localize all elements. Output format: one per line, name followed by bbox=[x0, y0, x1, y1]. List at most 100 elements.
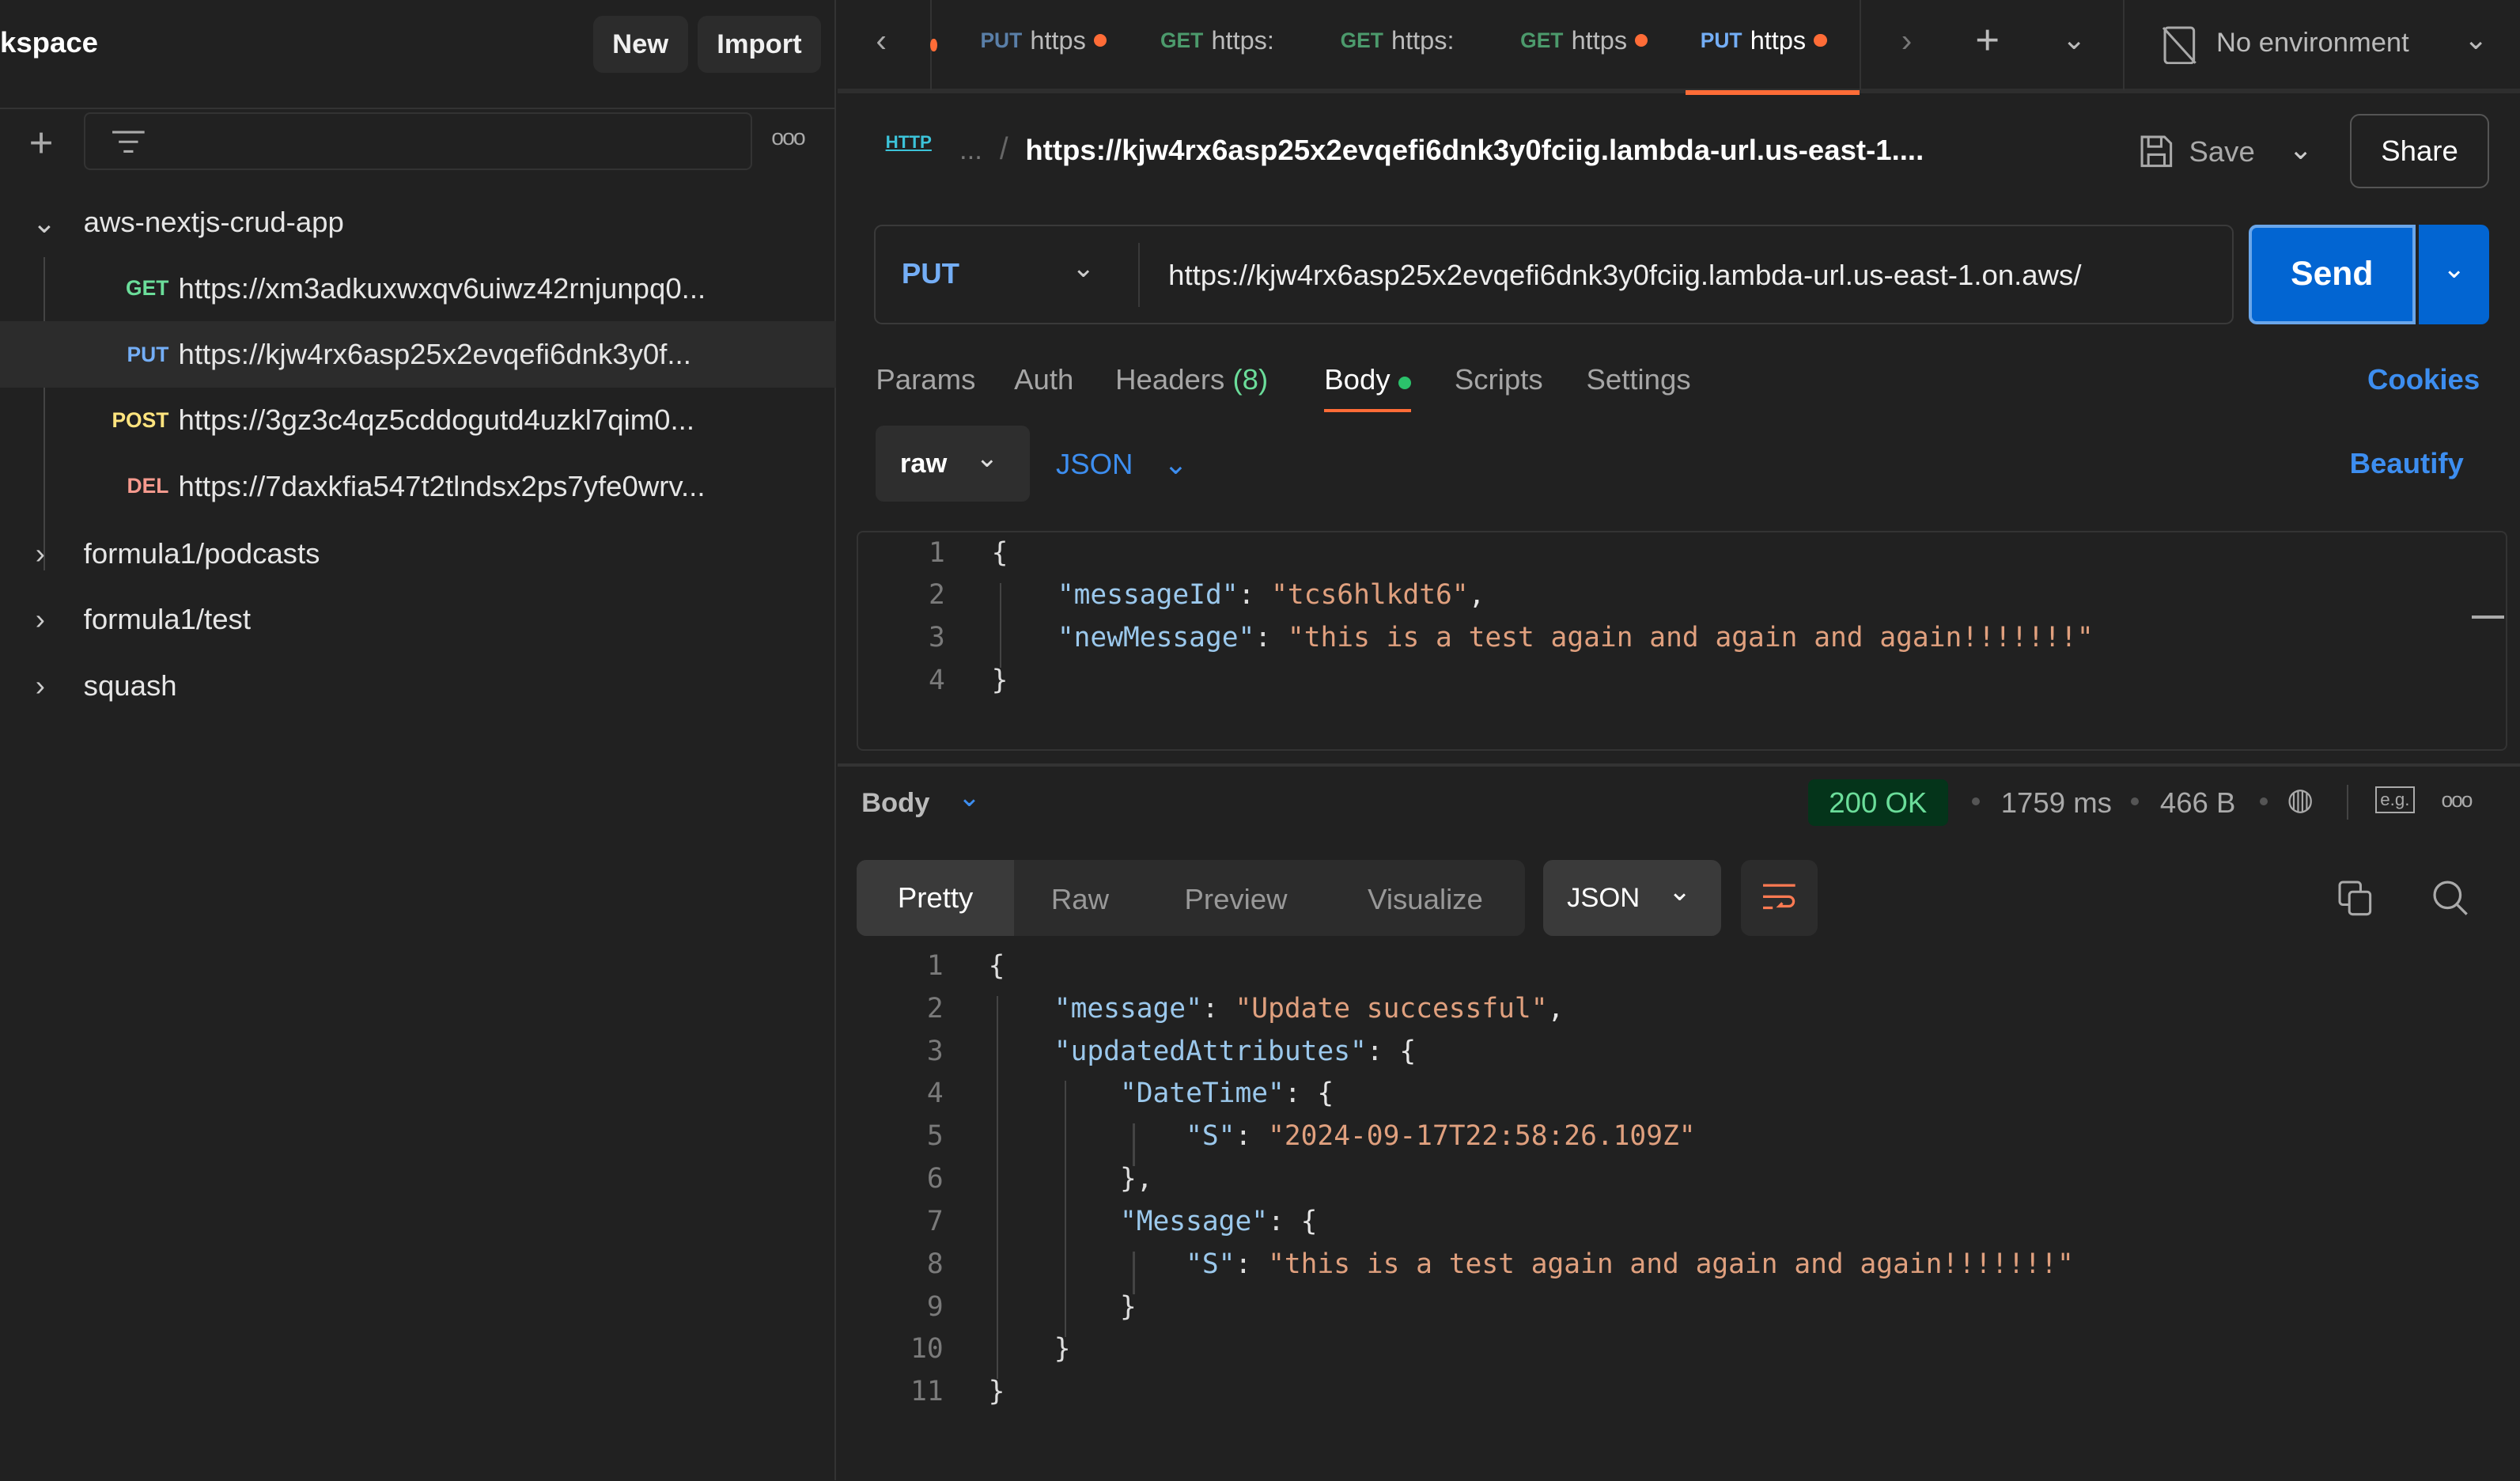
chevron-right-icon: › bbox=[35, 603, 45, 636]
tab-scripts[interactable]: Scripts bbox=[1455, 363, 1543, 396]
line-number: 10 bbox=[910, 1333, 944, 1365]
tab-preview[interactable]: Preview bbox=[1185, 883, 1288, 916]
request-item[interactable]: DEL https://7daxkfia547t2tlndsx2ps7yfe0wr… bbox=[0, 453, 836, 519]
request-item[interactable]: GET https://xm3adkuxwxqv6uiwz42rnjunpq0..… bbox=[0, 256, 836, 321]
code-line: "updatedAttributes": { bbox=[1054, 1035, 1417, 1067]
save-options-icon[interactable]: ⌄ bbox=[2288, 132, 2313, 166]
line-number: 4 bbox=[928, 665, 945, 697]
request-item-selected[interactable]: PUT https://kjw4rx6asp25x2evqefi6dnk3y0f.… bbox=[0, 321, 836, 388]
collection-squash[interactable]: › squash bbox=[0, 653, 836, 718]
response-body-label: Body bbox=[861, 787, 930, 818]
save-button[interactable]: Save bbox=[2189, 135, 2254, 169]
chevron-right-icon: › bbox=[35, 536, 45, 570]
tab-params[interactable]: Params bbox=[876, 363, 975, 396]
more-options-icon[interactable]: ooo bbox=[2441, 788, 2473, 812]
tab-get-2[interactable]: GET https: bbox=[1341, 26, 1455, 55]
tab-pretty[interactable]: Pretty bbox=[857, 860, 1015, 936]
filter-icon bbox=[112, 131, 145, 153]
code-line: "Message": { bbox=[1119, 1205, 1318, 1237]
tabs-dropdown-icon[interactable]: ⌄ bbox=[2062, 22, 2087, 56]
new-tab-icon[interactable]: + bbox=[1975, 16, 2000, 64]
code-line: "DateTime": { bbox=[1119, 1078, 1334, 1110]
line-number: 5 bbox=[926, 1120, 944, 1153]
environment-chevron-icon[interactable]: ⌄ bbox=[2464, 22, 2488, 56]
line-number: 3 bbox=[926, 1035, 944, 1067]
code-line: } bbox=[988, 1376, 1005, 1408]
environment-selector[interactable]: No environment bbox=[2216, 28, 2409, 59]
code-line: "S": "2024-09-17T22:58:26.109Z" bbox=[1186, 1120, 1696, 1153]
response-time[interactable]: 1759 ms bbox=[2001, 786, 2112, 820]
chevron-down-icon: ⌄ bbox=[1164, 447, 1188, 480]
tab-visualize[interactable]: Visualize bbox=[1368, 883, 1483, 916]
collection-aws-nextjs-crud-app[interactable]: ⌄ aws-nextjs-crud-app bbox=[0, 190, 836, 256]
wrap-lines-button[interactable] bbox=[1740, 860, 1818, 936]
copy-icon[interactable] bbox=[2338, 881, 2374, 916]
example-icon[interactable]: e.g. bbox=[2375, 786, 2415, 813]
beautify-button[interactable]: Beautify bbox=[2350, 447, 2464, 480]
collection-formula1-test[interactable]: › formula1/test bbox=[0, 587, 836, 653]
chevron-down-icon: ⌄ bbox=[32, 206, 57, 239]
chevron-right-icon: › bbox=[35, 669, 45, 702]
code-line: { bbox=[988, 949, 1005, 982]
add-collection-icon[interactable]: + bbox=[29, 119, 54, 167]
line-number: 1 bbox=[926, 949, 944, 982]
response-format-selector[interactable]: JSON ⌄ bbox=[1542, 860, 1722, 936]
send-button[interactable]: Send bbox=[2248, 225, 2416, 325]
send-options-icon[interactable]: ⌄ bbox=[2419, 225, 2490, 325]
body-format-selector[interactable]: JSON ⌄ bbox=[1056, 447, 1188, 481]
no-environment-icon bbox=[2162, 26, 2196, 64]
code-line: "newMessage": "this is a test again and … bbox=[1057, 622, 2094, 654]
line-number: 9 bbox=[926, 1290, 944, 1323]
line-number: 2 bbox=[926, 992, 944, 1025]
scroll-left-icon[interactable]: ‹ bbox=[876, 22, 887, 59]
code-line: { bbox=[991, 536, 1008, 569]
method-chevron-icon[interactable]: ⌄ bbox=[1072, 252, 1095, 284]
url-bar: PUT ⌄ https://kjw4rx6asp25x2evqefi6dnk3y… bbox=[874, 225, 2234, 325]
tab-settings[interactable]: Settings bbox=[1586, 363, 1690, 396]
code-line: }, bbox=[1119, 1163, 1153, 1195]
response-size[interactable]: 466 B bbox=[2160, 786, 2236, 820]
sidebar: kspace New Import + ooo ⌄ aws-nextjs-cru… bbox=[0, 0, 836, 1481]
line-number: 6 bbox=[926, 1163, 944, 1195]
collection-formula1-podcasts[interactable]: › formula1/podcasts bbox=[0, 521, 836, 586]
code-line: } bbox=[991, 665, 1008, 697]
import-button[interactable]: Import bbox=[697, 16, 822, 73]
scroll-right-icon[interactable]: › bbox=[1901, 22, 1913, 59]
tab-body[interactable]: Body bbox=[1324, 363, 1412, 413]
code-line: } bbox=[1119, 1290, 1137, 1323]
body-mode-selector[interactable]: raw ⌄ bbox=[876, 426, 1031, 502]
chevron-down-icon: ⌄ bbox=[975, 442, 999, 473]
tab-raw[interactable]: Raw bbox=[1051, 883, 1109, 916]
tab-put-1[interactable]: PUT https bbox=[980, 26, 1107, 55]
line-number: 8 bbox=[926, 1248, 944, 1280]
request-title[interactable]: https://kjw4rx6asp25x2evqefi6dnk3y0fciig… bbox=[1025, 134, 1924, 167]
code-line: "messageId": "tcs6hlkdt6", bbox=[1057, 579, 1485, 612]
wrap-lines-icon bbox=[1762, 884, 1795, 910]
network-globe-icon[interactable]: ◍ bbox=[2287, 782, 2314, 817]
line-number: 11 bbox=[910, 1376, 944, 1408]
search-input[interactable] bbox=[83, 112, 752, 171]
tab-get-3[interactable]: GET https bbox=[1520, 26, 1648, 55]
response-chevron-icon[interactable]: ⌄ bbox=[958, 782, 981, 813]
status-badge[interactable]: 200 OK bbox=[1807, 779, 1948, 826]
more-options-icon[interactable]: ooo bbox=[771, 125, 805, 151]
save-icon bbox=[2140, 135, 2173, 167]
cookies-link[interactable]: Cookies bbox=[2367, 363, 2480, 396]
breadcrumb-ellipsis[interactable]: ... bbox=[959, 135, 982, 166]
url-input[interactable]: https://kjw4rx6asp25x2evqefi6dnk3y0fciig… bbox=[1168, 259, 2081, 292]
tab-headers[interactable]: Headers (8) bbox=[1115, 363, 1268, 396]
line-number: 1 bbox=[928, 536, 945, 569]
tab-auth[interactable]: Auth bbox=[1014, 363, 1073, 396]
chevron-down-icon: ⌄ bbox=[1668, 877, 1692, 907]
search-icon[interactable] bbox=[2431, 879, 2470, 918]
request-item[interactable]: POST https://3gz3c4qz5cddogutd4uzkl7qim0.… bbox=[0, 388, 836, 453]
http-icon: HTTP bbox=[885, 131, 932, 152]
code-line: "message": "Update successful", bbox=[1054, 992, 1565, 1025]
workspace-title: kspace bbox=[0, 25, 99, 59]
share-button[interactable]: Share bbox=[2349, 114, 2490, 188]
tab-get-1[interactable]: GET https: bbox=[1160, 26, 1274, 55]
new-button[interactable]: New bbox=[592, 16, 688, 73]
scrollbar[interactable] bbox=[2472, 616, 2504, 619]
tab-put-active[interactable]: PUT https bbox=[1701, 26, 1827, 55]
method-selector[interactable]: PUT bbox=[902, 257, 959, 290]
